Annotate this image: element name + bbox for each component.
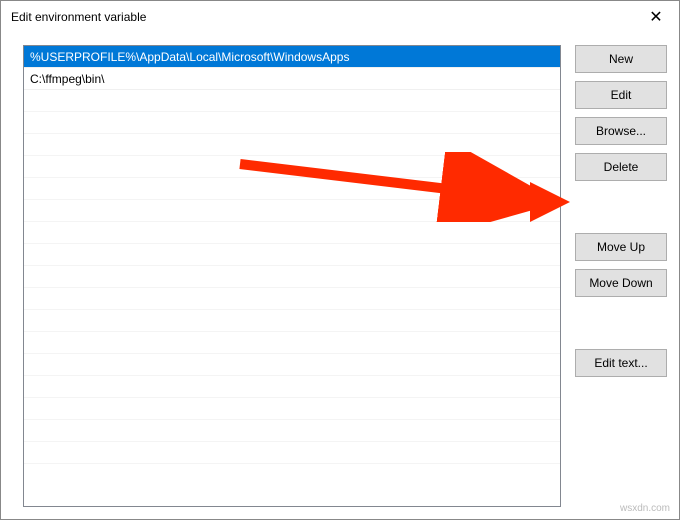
dialog-content: %USERPROFILE%\AppData\Local\Microsoft\Wi… bbox=[1, 33, 679, 519]
list-item-empty[interactable] bbox=[24, 332, 560, 354]
watermark: wsxdn.com bbox=[620, 503, 670, 514]
delete-button[interactable]: Delete bbox=[575, 153, 667, 181]
titlebar: Edit environment variable ✕ bbox=[1, 1, 679, 33]
list-item-empty[interactable] bbox=[24, 310, 560, 332]
button-spacer bbox=[575, 305, 667, 341]
path-listbox[interactable]: %USERPROFILE%\AppData\Local\Microsoft\Wi… bbox=[23, 45, 561, 507]
list-item-empty[interactable] bbox=[24, 420, 560, 442]
list-item-empty[interactable] bbox=[24, 376, 560, 398]
list-item-empty[interactable] bbox=[24, 200, 560, 222]
list-item-empty[interactable] bbox=[24, 90, 560, 112]
list-item-empty[interactable] bbox=[24, 398, 560, 420]
list-item-empty[interactable] bbox=[24, 112, 560, 134]
button-spacer bbox=[575, 189, 667, 225]
edit-button[interactable]: Edit bbox=[575, 81, 667, 109]
list-item-empty[interactable] bbox=[24, 134, 560, 156]
move-up-button[interactable]: Move Up bbox=[575, 233, 667, 261]
browse-button[interactable]: Browse... bbox=[575, 117, 667, 145]
list-item-empty[interactable] bbox=[24, 266, 560, 288]
move-down-button[interactable]: Move Down bbox=[575, 269, 667, 297]
list-item-empty[interactable] bbox=[24, 288, 560, 310]
window-title: Edit environment variable bbox=[11, 10, 146, 24]
new-button[interactable]: New bbox=[575, 45, 667, 73]
list-item-empty[interactable] bbox=[24, 442, 560, 464]
close-icon: ✕ bbox=[649, 7, 662, 27]
list-item-empty[interactable] bbox=[24, 222, 560, 244]
list-item-empty[interactable] bbox=[24, 354, 560, 376]
list-item-empty[interactable] bbox=[24, 156, 560, 178]
button-column: New Edit Browse... Delete Move Up Move D… bbox=[575, 45, 667, 507]
edit-env-var-dialog: Edit environment variable ✕ %USERPROFILE… bbox=[0, 0, 680, 520]
list-item-empty[interactable] bbox=[24, 178, 560, 200]
edit-text-button[interactable]: Edit text... bbox=[575, 349, 667, 377]
close-button[interactable]: ✕ bbox=[633, 1, 679, 33]
list-item[interactable]: C:\ffmpeg\bin\ bbox=[24, 68, 560, 90]
list-item-empty[interactable] bbox=[24, 244, 560, 266]
list-item[interactable]: %USERPROFILE%\AppData\Local\Microsoft\Wi… bbox=[24, 46, 560, 68]
